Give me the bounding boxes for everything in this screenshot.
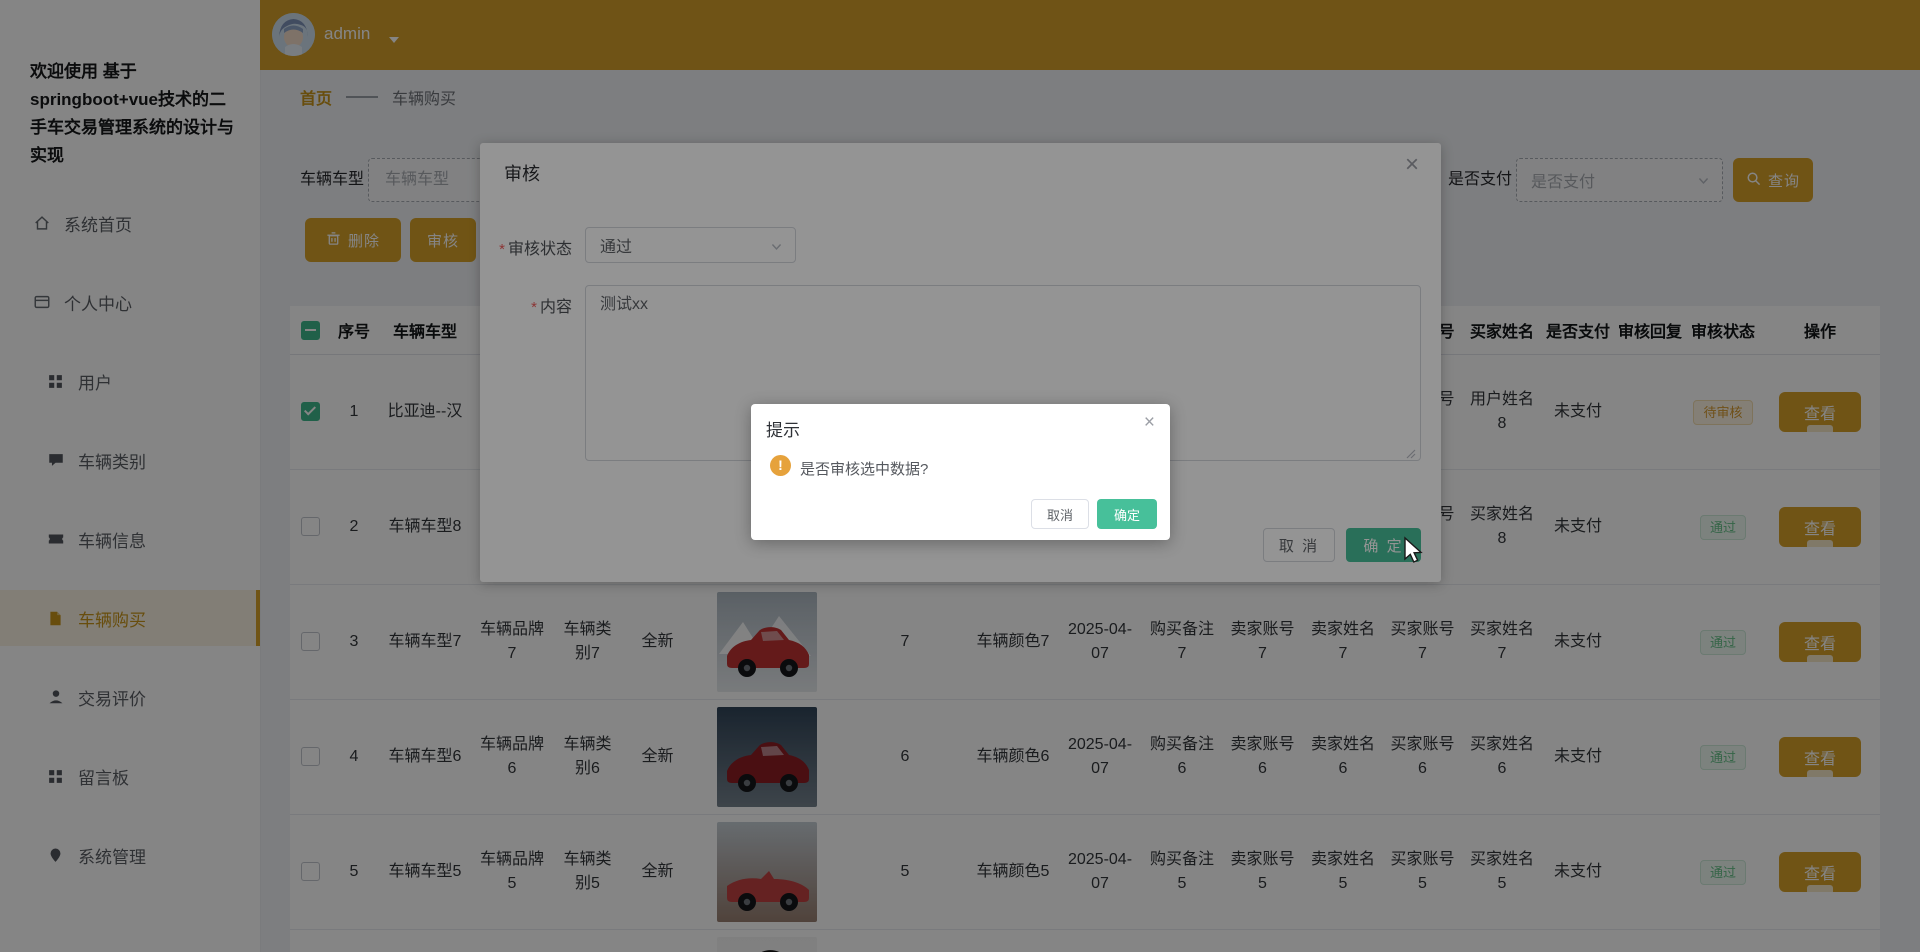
close-icon[interactable]: ×: [1144, 412, 1155, 434]
confirm-dialog: 提示 × ! 是否审核选中数据? 取消 确定: [751, 404, 1170, 540]
dialog-cancel-button[interactable]: 取消: [1031, 499, 1089, 529]
confirm-dialog-message: 是否审核选中数据?: [800, 461, 929, 478]
app-page: 欢迎使用 基于springboot+vue技术的二手车交易管理系统的设计与实现 …: [0, 0, 1920, 952]
confirm-dialog-title: 提示: [766, 421, 800, 440]
dialog-confirm-button[interactable]: 确定: [1097, 499, 1157, 529]
warning-icon: !: [770, 455, 791, 476]
mouse-cursor: [1400, 536, 1424, 569]
